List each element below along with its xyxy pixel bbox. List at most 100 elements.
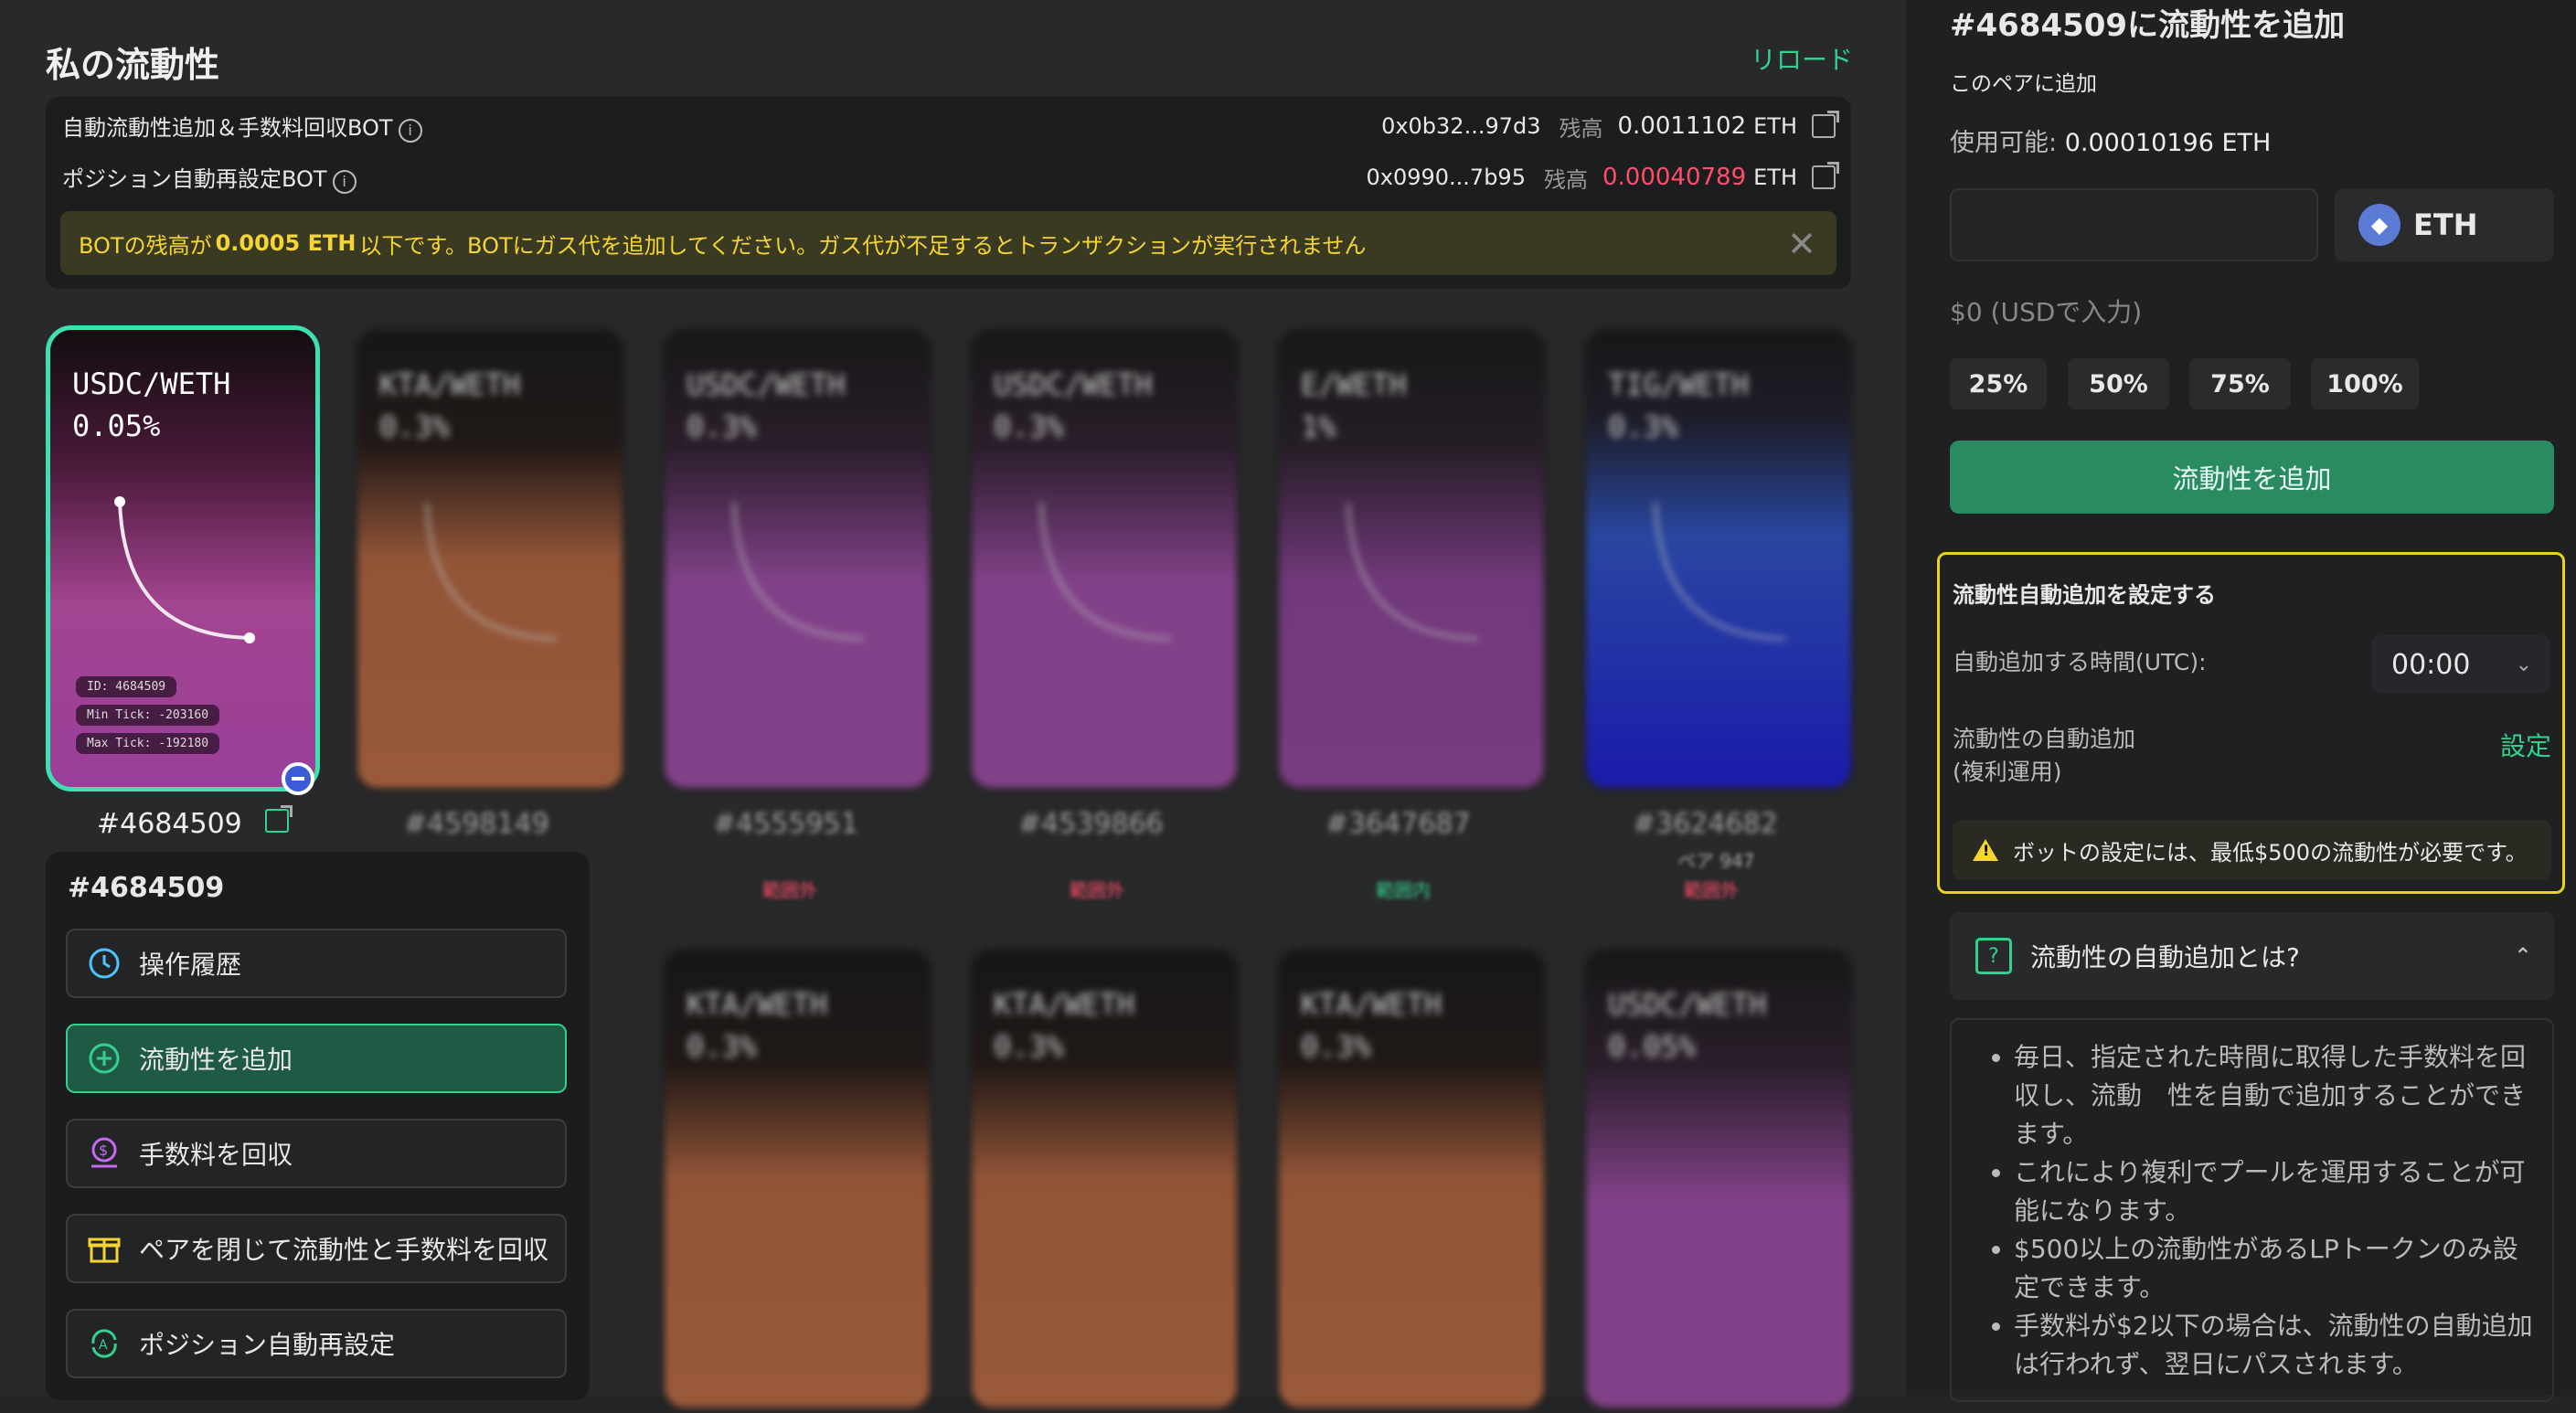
auto-add-settings: 流動性自動追加を設定する 自動追加する時間(UTC): 00:00 ⌄ 流動性の自… bbox=[1937, 552, 2565, 894]
minus-badge-icon[interactable] bbox=[282, 762, 314, 795]
position-id[interactable]: #3647687 bbox=[1325, 808, 1471, 840]
available-label: 使用可能: bbox=[1950, 129, 2058, 157]
range-curve bbox=[1347, 502, 1479, 641]
position-id[interactable]: #3624682 bbox=[1633, 808, 1778, 840]
amount-input[interactable] bbox=[1950, 188, 2318, 261]
percent-50-button[interactable]: 50% bbox=[2068, 358, 2169, 409]
pair-count: ペア 947 bbox=[1677, 850, 1755, 872]
percent-100-button[interactable]: 100% bbox=[2311, 358, 2419, 409]
position-id[interactable]: #4684509 bbox=[97, 805, 293, 840]
faq-toggle[interactable]: ? 流動性の自動追加とは? ⌃ bbox=[1950, 912, 2554, 1000]
position-card[interactable]: KTA/WETH 0.3% bbox=[659, 945, 935, 1413]
gift-box-icon bbox=[84, 1228, 124, 1269]
position-card[interactable]: TIG/WETH 0.3% bbox=[1581, 325, 1857, 793]
menu-item-label: 流動性を追加 bbox=[139, 1045, 293, 1075]
card-pair: USDC/WETH bbox=[1608, 987, 1767, 1022]
position-id[interactable]: #4598149 bbox=[404, 808, 549, 840]
warning-post: 以下です。BOTにガス代を追加してください。ガス代が不足するとトランザクションが… bbox=[359, 232, 1367, 259]
warning-amount: 0.0005 ETH bbox=[215, 230, 357, 256]
card-fee: 0.3% bbox=[994, 1029, 1065, 1064]
percent-25-button[interactable]: 25% bbox=[1950, 358, 2047, 409]
position-card[interactable]: USDC/WETH 0.3% bbox=[659, 325, 935, 793]
faq-item: 毎日、指定された時間に取得した手数料を回収し、流動 性を自動で追加することができ… bbox=[2014, 1038, 2534, 1153]
add-liquidity-button[interactable]: 流動性を追加 bbox=[1950, 441, 2554, 514]
bot-row: 自動流動性追加＆手数料回収BOT i 0x0b32...97d3 残高 0.001… bbox=[62, 108, 1839, 144]
usd-value: $0 (USDで入力) bbox=[1950, 297, 2143, 327]
add-liquidity-menu-item[interactable]: 流動性を追加 bbox=[66, 1024, 567, 1093]
card-tag-min: Min Tick: -203160 bbox=[76, 705, 220, 726]
position-action-menu: #4684509 操作履歴 流動性を追加 $ 手数料を回収 ペアを閉じて流動性と… bbox=[46, 852, 590, 1400]
position-card[interactable]: E/WETH 1% bbox=[1273, 325, 1549, 793]
warning-icon bbox=[1973, 839, 1998, 861]
info-icon[interactable]: i bbox=[398, 119, 422, 143]
question-icon: ? bbox=[1975, 938, 2012, 974]
card-fee: 0.3% bbox=[1301, 1029, 1372, 1064]
bot-address: 0x0990...7b95 bbox=[1366, 165, 1526, 190]
position-id[interactable]: #4539866 bbox=[1018, 808, 1164, 840]
faq-body: 毎日、指定された時間に取得した手数料を回収し、流動 性を自動で追加することができ… bbox=[1950, 1018, 2554, 1402]
add-circle-icon bbox=[84, 1038, 124, 1078]
token-selector[interactable]: ◆ ETH bbox=[2335, 188, 2554, 261]
position-card[interactable]: KTA/WETH 0.3% bbox=[966, 945, 1242, 1413]
available-balance: 使用可能: 0.00010196 ETH bbox=[1950, 122, 2271, 158]
position-card[interactable]: KTA/WETH 0.3% bbox=[1273, 945, 1549, 1413]
time-select[interactable]: 00:00 ⌄ bbox=[2371, 635, 2550, 694]
min-liquidity-warning: ボットの設定には、最低$500の流動性が必要です。 bbox=[1953, 820, 2551, 880]
chevron-down-icon: ⌄ bbox=[2515, 653, 2532, 676]
low-balance-warning: BOTの残高が 0.0005 ETH 以下です。BOTにガス代を追加してください… bbox=[60, 211, 1836, 275]
range-status: 範囲外 bbox=[762, 879, 817, 901]
info-icon[interactable]: i bbox=[332, 170, 357, 194]
range-curve bbox=[1654, 502, 1786, 641]
position-card-selected[interactable]: USDC/WETH 0.05% ID: 4684509 Min Tick: -20… bbox=[46, 325, 320, 791]
percent-75-button[interactable]: 75% bbox=[2189, 358, 2291, 409]
position-id[interactable]: #4555951 bbox=[713, 808, 858, 840]
history-menu-item[interactable]: 操作履歴 bbox=[66, 929, 567, 998]
card-tag-id: ID: 4684509 bbox=[76, 676, 177, 697]
panel-subtitle: このペアに追加 bbox=[1950, 72, 2097, 96]
dollar-coin-icon: $ bbox=[84, 1133, 124, 1174]
bot-label: ポジション自動再設定BOT bbox=[62, 166, 327, 192]
balance-unit: ETH bbox=[1753, 113, 1797, 139]
bot-address: 0x0b32...97d3 bbox=[1381, 113, 1541, 139]
time-value: 00:00 bbox=[2391, 648, 2471, 681]
external-link-icon[interactable] bbox=[265, 805, 293, 833]
close-icon[interactable]: ✕ bbox=[1787, 224, 1816, 264]
bot-balance: 0.00040789 bbox=[1602, 164, 1747, 191]
set-link[interactable]: 設定 bbox=[2500, 727, 2551, 763]
bot-balance: 0.0011102 bbox=[1617, 112, 1747, 140]
card-fee: 0.05% bbox=[1608, 1029, 1697, 1064]
range-curve bbox=[732, 502, 865, 641]
panel-title: #4684509に流動性を追加 bbox=[1950, 7, 2346, 44]
balance-unit: ETH bbox=[1753, 165, 1797, 190]
card-tag-max: Max Tick: -192180 bbox=[76, 733, 220, 754]
position-card[interactable]: KTA/WETH 0.3% bbox=[352, 325, 628, 793]
position-card[interactable]: USDC/WETH 0.05% bbox=[1581, 945, 1857, 1413]
reload-link[interactable]: リロード bbox=[1751, 40, 1853, 77]
available-value: 0.00010196 ETH bbox=[2064, 129, 2272, 157]
external-link-icon[interactable] bbox=[1812, 111, 1839, 138]
menu-item-label: ポジション自動再設定 bbox=[139, 1330, 396, 1360]
card-pair: KTA/WETH bbox=[1301, 987, 1442, 1022]
auto-refresh-icon: A bbox=[84, 1323, 124, 1364]
menu-item-label: 手数料を回収 bbox=[139, 1140, 293, 1170]
range-status: 範囲内 bbox=[1376, 879, 1431, 901]
svg-text:$: $ bbox=[99, 1142, 108, 1159]
external-link-icon[interactable] bbox=[1812, 162, 1839, 189]
range-status: 範囲外 bbox=[1070, 879, 1124, 901]
close-pair-menu-item[interactable]: ペアを閉じて流動性と手数料を回収 bbox=[66, 1214, 567, 1283]
warning-pre: BOTの残高が bbox=[79, 232, 212, 259]
card-pair: KTA/WETH bbox=[687, 987, 828, 1022]
bot-status-box: 自動流動性追加＆手数料回収BOT i 0x0b32...97d3 残高 0.001… bbox=[46, 97, 1851, 289]
auto-reset-menu-item[interactable]: A ポジション自動再設定 bbox=[66, 1309, 567, 1378]
position-card[interactable]: USDC/WETH 0.3% bbox=[966, 325, 1242, 793]
range-curve bbox=[1039, 502, 1172, 641]
menu-title: #4684509 bbox=[68, 872, 225, 904]
auto-add-title: 流動性自動追加を設定する bbox=[1953, 582, 2216, 608]
range-curve bbox=[425, 502, 558, 641]
svg-text:A: A bbox=[99, 1338, 108, 1353]
bot-label: 自動流動性追加＆手数料回収BOT bbox=[62, 115, 393, 141]
menu-item-label: 操作履歴 bbox=[139, 950, 242, 980]
eth-icon: ◆ bbox=[2358, 204, 2400, 246]
collect-fees-menu-item[interactable]: $ 手数料を回収 bbox=[66, 1119, 567, 1188]
page-title: 私の流動性 bbox=[46, 45, 220, 85]
